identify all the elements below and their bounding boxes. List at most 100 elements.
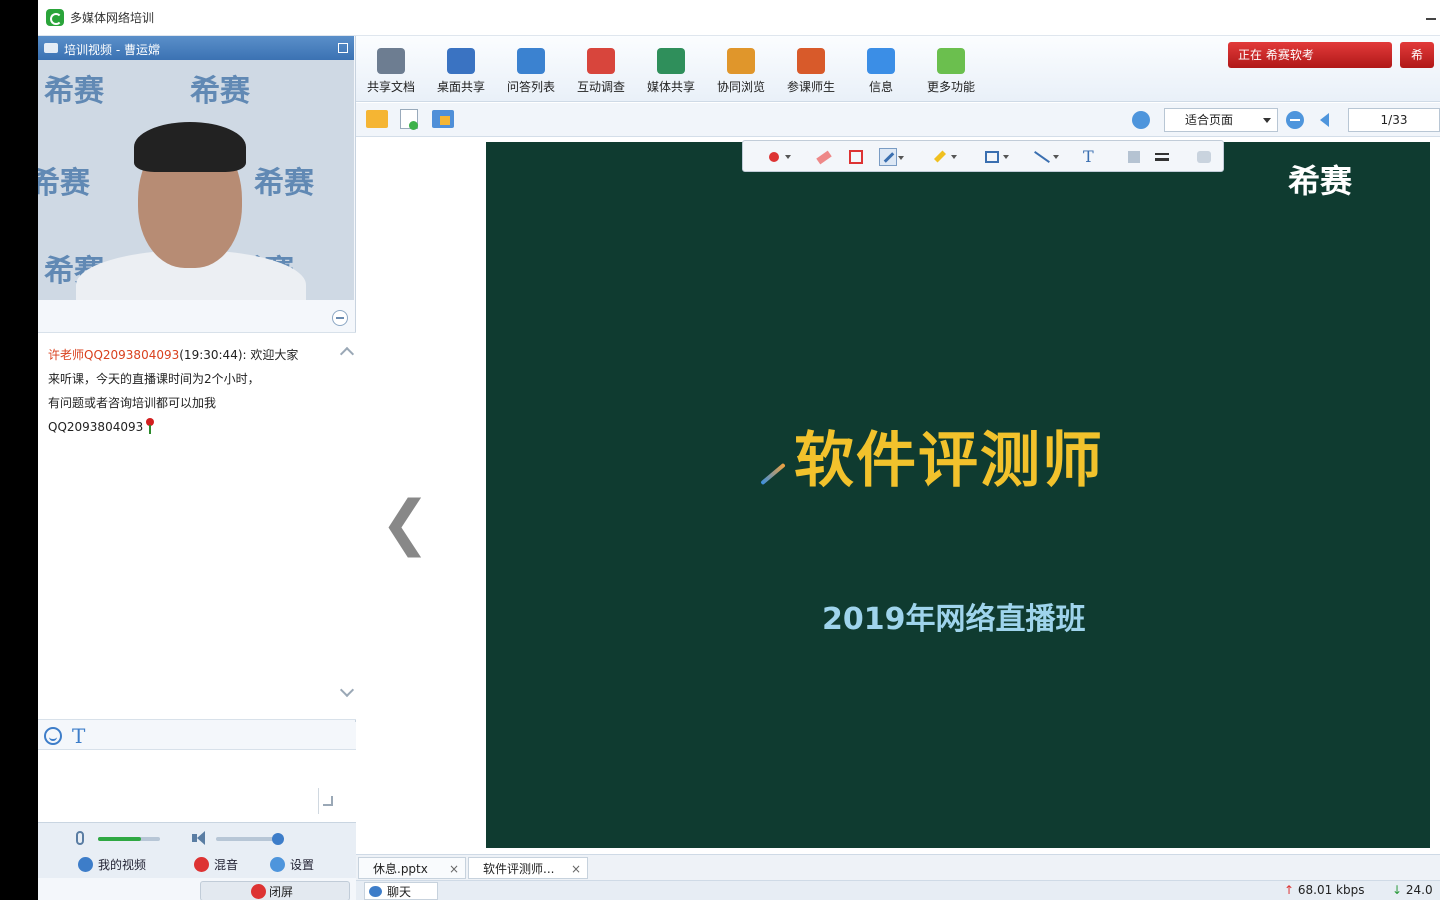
toolbar-more[interactable]: 更多功能	[916, 44, 986, 98]
presenter-hair	[134, 122, 246, 172]
speaker-volume-slider[interactable]	[216, 833, 284, 845]
brand-badge[interactable]: 正在 希赛软考	[1228, 42, 1392, 68]
toolbar-desktop-share[interactable]: 桌面共享	[426, 44, 496, 98]
pointer-icon[interactable]	[765, 148, 791, 166]
upload-speed: ↑ 68.01 kbps	[1284, 883, 1365, 897]
scroll-up-icon[interactable]	[339, 346, 355, 362]
rose-emoji-icon	[145, 418, 155, 434]
left-panel: 培训视频 - 曹运嫦 希赛 希赛 希赛 希赛 希赛 希赛 许老师QQ209380…	[38, 36, 356, 900]
speaker-icon[interactable]	[192, 831, 206, 845]
zoom-out-icon[interactable]	[1286, 111, 1304, 129]
document-share-icon	[377, 48, 405, 74]
folder-open-icon[interactable]	[366, 110, 388, 128]
pin-icon[interactable]	[338, 43, 348, 53]
my-video-button[interactable]: 我的视频	[76, 855, 146, 875]
video-watermark: 希赛	[254, 166, 314, 201]
toolbar-label: 共享文档	[366, 80, 415, 94]
text-tool-icon[interactable]: T	[1083, 148, 1101, 166]
font-icon[interactable]: T	[72, 724, 85, 748]
camera-icon	[44, 43, 58, 53]
download-arrow-icon: ↓	[1392, 883, 1403, 897]
app-window: 多媒体网络培训 培训视频 - 曹运嫦 希赛 希赛 希赛 希赛 希赛 希赛 许老师…	[38, 0, 1440, 900]
teacher-video: 希赛 希赛 希赛 希赛 希赛 希赛	[38, 60, 354, 300]
video-watermark: 希赛	[190, 74, 250, 109]
toolbar-share-document[interactable]: 共享文档	[356, 44, 426, 98]
emoji-icon[interactable]	[44, 727, 62, 745]
page-indicator[interactable]: 1/33	[1348, 108, 1440, 132]
close-tab-icon[interactable]: ×	[571, 858, 581, 880]
app-logo-icon	[46, 9, 64, 26]
toolbar-participants[interactable]: 参课师生	[776, 44, 846, 98]
gear-icon	[270, 857, 285, 872]
document-viewer: ❮ 希赛 软件评测师 2019年网络直播班 T	[356, 138, 1440, 854]
toolbar-info[interactable]: 信息	[846, 44, 916, 98]
scroll-down-icon[interactable]	[339, 682, 355, 698]
minimize-icon[interactable]	[1422, 10, 1440, 28]
previous-page-icon[interactable]	[1320, 113, 1329, 127]
previous-slide-icon[interactable]: ❮	[380, 488, 430, 558]
screenshot-icon[interactable]	[1195, 148, 1213, 166]
close-screen-label: 闭屏	[269, 885, 294, 899]
toolbar-cobrowse[interactable]: 协同浏览	[706, 44, 776, 98]
window-title: 多媒体网络培训	[70, 11, 155, 25]
fill-icon[interactable]	[1125, 148, 1143, 166]
toolbar-media-share[interactable]: 媒体共享	[636, 44, 706, 98]
video-watermark: 希赛	[44, 74, 104, 109]
line-icon[interactable]	[1033, 148, 1059, 166]
video-watermark: 希赛	[38, 166, 90, 201]
toolbar-qa-list[interactable]: 问答列表	[496, 44, 566, 98]
download-speed: ↓ 24.0	[1392, 883, 1433, 897]
info-icon	[867, 48, 895, 74]
brand-badge-secondary[interactable]: 希	[1400, 42, 1434, 68]
chat-message: 许老师QQ2093804093(19:30:44): 欢迎大家 来听课，今天的直…	[48, 343, 333, 439]
zoom-select[interactable]: 适合页面	[1164, 108, 1278, 132]
collapse-video-icon[interactable]	[332, 310, 348, 326]
document-tabs: 休息.pptx × 软件评测师... ×	[356, 854, 1440, 880]
drawing-toolbar: T	[742, 140, 1224, 172]
close-screen-button[interactable]: 闭屏	[200, 881, 350, 900]
survey-chart-icon	[587, 48, 615, 74]
mic-volume-slider[interactable]	[98, 837, 160, 841]
line-width-icon[interactable]	[1153, 148, 1171, 166]
settings-label: 设置	[290, 858, 315, 872]
participants-icon	[797, 48, 825, 74]
chat-tab[interactable]: 聊天	[364, 882, 438, 900]
chat-text: 来听课，今天的直播课时间为2个小时，	[48, 372, 260, 386]
chat-text: 欢迎大家	[250, 348, 299, 362]
chat-input-toolbar: T	[38, 722, 356, 750]
slide-subtitle: 2019年网络直播班	[822, 602, 1086, 637]
chat-tab-label: 聊天	[387, 885, 412, 899]
highlighter-icon[interactable]	[931, 148, 957, 166]
tab-document[interactable]: 休息.pptx ×	[358, 857, 466, 879]
image-icon[interactable]	[432, 110, 454, 128]
rectangle-icon[interactable]	[983, 148, 1009, 166]
toolbar-label: 协同浏览	[716, 80, 765, 94]
media-controls: 我的视频 混音 设置	[38, 822, 356, 878]
mix-button[interactable]: 混音	[192, 855, 238, 875]
toolbar-label: 信息	[868, 80, 893, 94]
close-screen-icon	[251, 884, 266, 899]
mic-volume-fill	[98, 837, 142, 841]
desktop-share-icon	[447, 48, 475, 74]
tab-document[interactable]: 软件评测师... ×	[468, 857, 588, 879]
new-document-icon[interactable]	[400, 109, 418, 130]
eraser-icon[interactable]	[815, 148, 833, 166]
mix-icon	[194, 857, 209, 872]
my-video-label: 我的视频	[98, 858, 147, 872]
main-area: 共享文档 桌面共享 问答列表 互动调查 媒体共享 协同浏览 参课师生 信息 更多…	[356, 36, 1440, 900]
pen-icon[interactable]	[879, 148, 904, 166]
close-tab-icon[interactable]: ×	[449, 858, 459, 880]
chat-input[interactable]	[38, 750, 356, 822]
chat-text: QQ2093804093	[48, 420, 144, 434]
chat-text: 有问题或者咨询培训都可以加我	[48, 396, 217, 410]
speaker-volume-knob[interactable]	[272, 833, 284, 845]
next-page-icon[interactable]	[1132, 111, 1150, 129]
video-icon	[78, 857, 93, 872]
chat-time: (19:30:44):	[179, 348, 247, 362]
toolbar-label: 互动调查	[576, 80, 625, 94]
settings-button[interactable]: 设置	[268, 855, 314, 875]
microphone-icon[interactable]	[76, 831, 84, 845]
send-icon[interactable]	[318, 788, 344, 814]
clear-icon[interactable]	[847, 148, 865, 166]
toolbar-survey[interactable]: 互动调查	[566, 44, 636, 98]
